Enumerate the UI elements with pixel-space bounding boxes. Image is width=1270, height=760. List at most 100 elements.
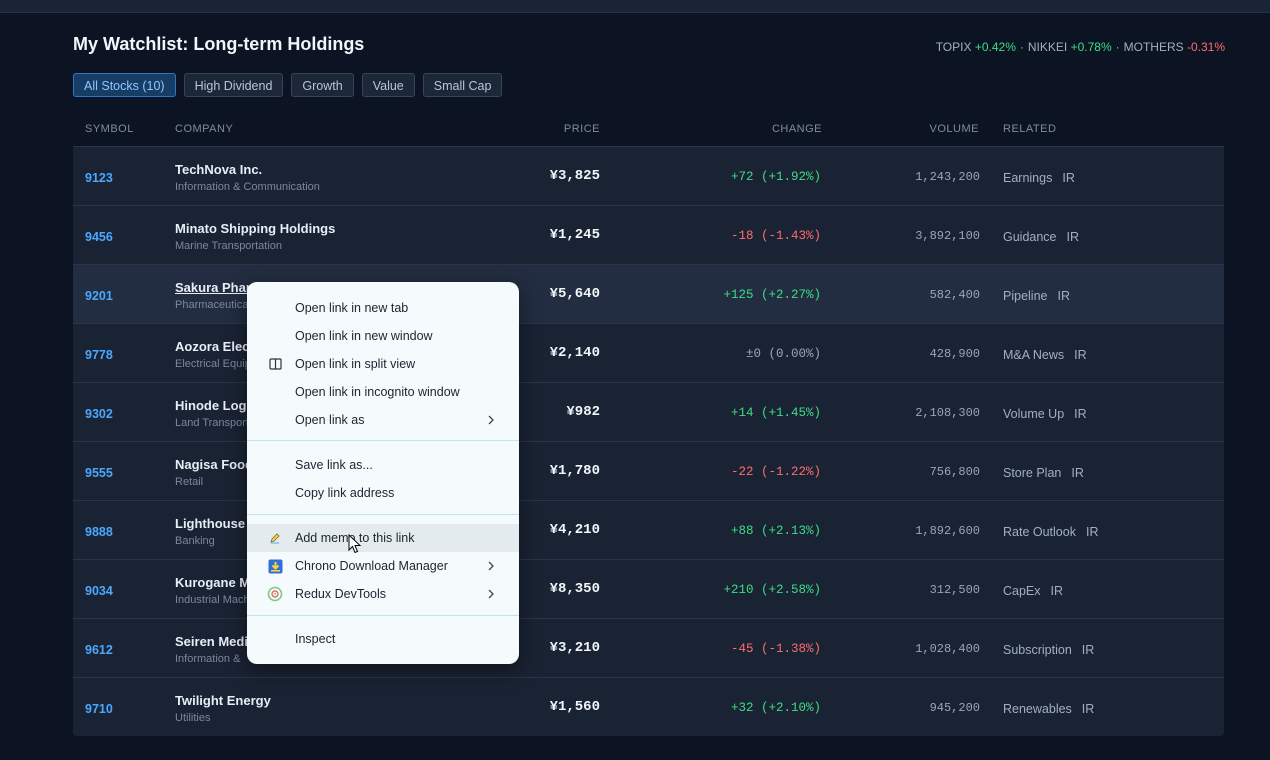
stock-price: ¥2,140 xyxy=(549,345,600,361)
stock-price: ¥1,560 xyxy=(549,699,600,715)
header-change[interactable]: CHANGE xyxy=(772,123,822,135)
menu-item-open-link-in-new-window[interactable]: Open link in new window xyxy=(247,322,519,350)
table-row[interactable]: 9778 Aozora Elect Electrical Equip ¥2,140 ±0… xyxy=(73,323,1224,382)
menu-item-label: Open link as xyxy=(295,413,365,427)
table-row[interactable]: 9034 Kurogane M Industrial Mach ¥8,350 +210 … xyxy=(73,559,1224,618)
ir-link[interactable]: IR xyxy=(1051,584,1064,598)
company-name-link[interactable]: Seiren Media xyxy=(175,634,255,649)
stock-symbol-link[interactable]: 9710 xyxy=(85,702,113,716)
trade-volume: 1,243,200 xyxy=(915,170,980,184)
trade-volume: 312,500 xyxy=(929,583,980,597)
related-news-link[interactable]: Guidance xyxy=(1003,230,1057,244)
tab-small-cap[interactable]: Small Cap xyxy=(422,73,503,97)
stock-price: ¥5,640 xyxy=(549,286,600,302)
header-company[interactable]: COMPANY xyxy=(175,123,233,135)
menu-item-label: Open link in split view xyxy=(295,357,416,371)
related-links: Pipeline IR xyxy=(1003,289,1070,303)
menu-item-open-link-in-split-view[interactable]: Open link in split view xyxy=(247,350,519,378)
table-row[interactable]: 9612 Seiren Media Information & ¥3,210 -45 (… xyxy=(73,618,1224,677)
stock-price: ¥3,825 xyxy=(549,168,600,184)
menu-item-add-memo-to-this-link[interactable]: Add memo to this link xyxy=(247,524,519,552)
menu-item-chrono-download-manager[interactable]: Chrono Download Manager xyxy=(247,552,519,580)
stock-price: ¥982 xyxy=(566,404,600,420)
table-row[interactable]: 9456 Minato Shipping Holdings Marine Trans… xyxy=(73,205,1224,264)
stock-symbol-link[interactable]: 9778 xyxy=(85,348,113,362)
stock-symbol-link[interactable]: 9612 xyxy=(85,643,113,657)
company-sector: Retail xyxy=(175,476,204,488)
related-news-link[interactable]: Store Plan xyxy=(1003,466,1061,480)
trade-volume: 756,800 xyxy=(929,465,980,479)
header-volume[interactable]: VOLUME xyxy=(930,123,979,135)
company-name-link[interactable]: Kurogane M xyxy=(175,575,250,590)
header-symbol[interactable]: SYMBOL xyxy=(85,123,134,135)
ir-link[interactable]: IR xyxy=(1082,702,1095,716)
market-indices: TOPIX +0.42% · NIKKEI +0.78% · MOTHERS -0.31… xyxy=(936,40,1225,54)
company-name-link[interactable]: Twilight Energy xyxy=(175,693,271,708)
company-name-link[interactable]: Aozora Elect xyxy=(175,339,254,354)
company-sector: Land Transport xyxy=(175,417,249,429)
header-price[interactable]: PRICE xyxy=(564,123,600,135)
ir-link[interactable]: IR xyxy=(1086,525,1099,539)
menu-item-redux-devtools[interactable]: Redux DevTools xyxy=(247,580,519,608)
related-news-link[interactable]: Renewables xyxy=(1003,702,1072,716)
company-name-link[interactable]: Minato Shipping Holdings xyxy=(175,221,335,236)
related-news-link[interactable]: Earnings xyxy=(1003,171,1052,185)
related-links: Volume Up IR xyxy=(1003,407,1087,421)
company-name-link[interactable]: Nagisa Food xyxy=(175,457,253,472)
table-row[interactable]: 9888 Lighthouse B Banking ¥4,210 +88 (+2.13%… xyxy=(73,500,1224,559)
related-news-link[interactable]: M&A News xyxy=(1003,348,1064,362)
related-news-link[interactable]: Rate Outlook xyxy=(1003,525,1076,539)
menu-item-open-link-in-incognito-window[interactable]: Open link in incognito window xyxy=(247,378,519,406)
company-name-link[interactable]: Lighthouse B xyxy=(175,516,258,531)
ir-link[interactable]: IR xyxy=(1071,466,1084,480)
index-name: MOTHERS xyxy=(1123,40,1184,54)
company-sector: Electrical Equip xyxy=(175,358,251,370)
related-news-link[interactable]: Subscription xyxy=(1003,643,1072,657)
company-name-link[interactable]: Hinode Logi xyxy=(175,398,250,413)
ir-link[interactable]: IR xyxy=(1082,643,1095,657)
stock-symbol-link[interactable]: 9888 xyxy=(85,525,113,539)
table-row[interactable]: 9123 TechNova Inc. Information & Communica… xyxy=(73,146,1224,205)
trade-volume: 1,028,400 xyxy=(915,642,980,656)
stock-symbol-link[interactable]: 9123 xyxy=(85,171,113,185)
menu-item-open-link-in-new-tab[interactable]: Open link in new tab xyxy=(247,294,519,322)
ir-link[interactable]: IR xyxy=(1074,407,1087,421)
menu-item-inspect[interactable]: Inspect xyxy=(247,625,519,653)
ir-link[interactable]: IR xyxy=(1057,289,1070,303)
related-news-link[interactable]: Pipeline xyxy=(1003,289,1047,303)
table-row[interactable]: 9555 Nagisa Food Retail ¥1,780 -22 (-1.22%) 7… xyxy=(73,441,1224,500)
filter-tabs: All Stocks (10) High Dividend Growth Value S… xyxy=(73,73,503,97)
table-row[interactable]: 9710 Twilight Energy Utilities ¥1,560 +32 (+… xyxy=(73,677,1224,736)
stock-symbol-link[interactable]: 9201 xyxy=(85,289,113,303)
menu-item-label: Chrono Download Manager xyxy=(295,559,448,573)
company-name-link[interactable]: TechNova Inc. xyxy=(175,162,262,177)
menu-item-copy-link-address[interactable]: Copy link address xyxy=(247,479,519,507)
tab-value[interactable]: Value xyxy=(361,73,415,97)
company-sector: Marine Transportation xyxy=(175,240,282,252)
menu-item-label: Open link in new tab xyxy=(295,301,409,315)
table-row[interactable]: 9302 Hinode Logi Land Transport ¥982 +14 (+1… xyxy=(73,382,1224,441)
menu-divider xyxy=(247,615,519,616)
tab-all-stocks-10[interactable]: All Stocks (10) xyxy=(73,73,176,97)
company-sector: Pharmaceutical xyxy=(175,299,251,311)
table-header: SYMBOL COMPANY PRICE CHANGE VOLUME RELAT… xyxy=(73,116,1224,146)
related-news-link[interactable]: Volume Up xyxy=(1003,407,1064,421)
price-change: -22 (-1.22%) xyxy=(730,465,821,479)
index-name: TOPIX xyxy=(935,40,972,54)
ir-link[interactable]: IR xyxy=(1062,171,1075,185)
menu-item-open-link-as[interactable]: Open link as xyxy=(247,406,519,434)
ir-link[interactable]: IR xyxy=(1074,348,1087,362)
index-change: +0.78% xyxy=(1070,40,1112,54)
related-links: Rate Outlook IR xyxy=(1003,525,1098,539)
price-change: +88 (+2.13%) xyxy=(730,524,821,538)
stock-symbol-link[interactable]: 9456 xyxy=(85,230,113,244)
table-row[interactable]: 9201 Sakura Pharm Pharmaceutical ¥5,640 +125… xyxy=(73,264,1224,323)
stock-symbol-link[interactable]: 9555 xyxy=(85,466,113,480)
ir-link[interactable]: IR xyxy=(1067,230,1080,244)
tab-growth[interactable]: Growth xyxy=(291,73,354,97)
tab-high-dividend[interactable]: High Dividend xyxy=(183,73,284,97)
menu-item-save-link-as[interactable]: Save link as... xyxy=(247,451,519,479)
stock-symbol-link[interactable]: 9302 xyxy=(85,407,113,421)
related-news-link[interactable]: CapEx xyxy=(1003,584,1041,598)
stock-symbol-link[interactable]: 9034 xyxy=(85,584,113,598)
